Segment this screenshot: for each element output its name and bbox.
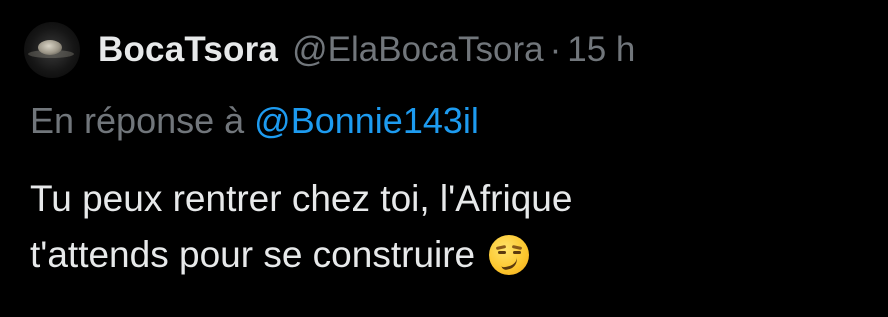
tweet-text-line: t'attends pour se construire [30, 234, 476, 275]
timestamp[interactable]: 15 h [567, 30, 635, 70]
reply-mention-link[interactable]: @Bonnie143il [254, 100, 479, 141]
display-name[interactable]: BocaTsora [98, 30, 278, 70]
reply-prefix: En réponse à [30, 100, 245, 141]
avatar[interactable] [24, 22, 80, 78]
tweet-text-line-with-emoji: t'attends pour se construire [30, 227, 870, 283]
tweet-text-line: Tu peux rentrer chez toi, l'Afrique [30, 178, 573, 219]
avatar-moon [38, 40, 62, 55]
separator-dot: · [549, 30, 562, 69]
tweet-header: BocaTsora @ElaBocaTsora · 15 h [24, 22, 635, 78]
handle[interactable]: @ElaBocaTsora [292, 30, 543, 70]
smirking-face-emoji-icon [489, 235, 530, 275]
reply-context: En réponse à @Bonnie143il [30, 100, 479, 142]
tweet[interactable]: BocaTsora @ElaBocaTsora · 15 h En répons… [0, 0, 888, 317]
tweet-text: Tu peux rentrer chez toi, l'Afrique t'at… [30, 171, 870, 283]
